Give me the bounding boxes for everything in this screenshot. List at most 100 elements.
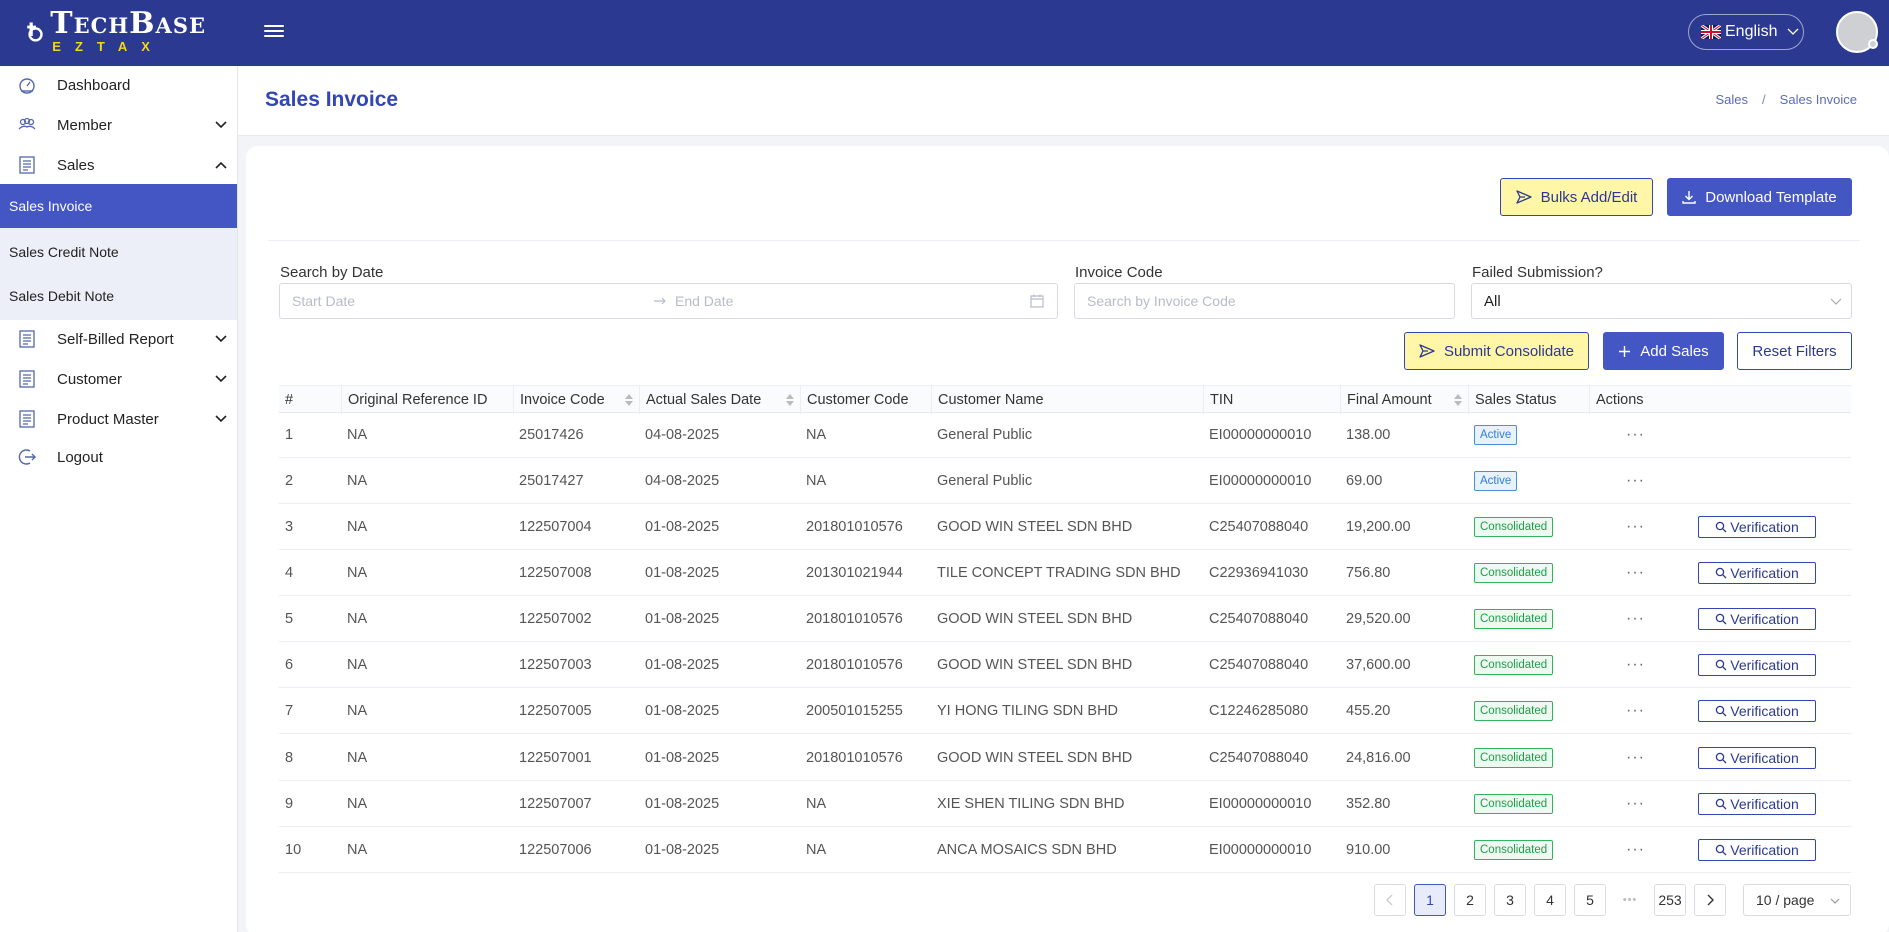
cell-invoice-code: 122507006	[519, 842, 592, 858]
sidebar-item-product-master[interactable]: Product Master	[0, 400, 237, 438]
cell-actions: ···	[1620, 781, 1645, 827]
status-badge: Consolidated	[1474, 701, 1554, 721]
column-header-original-reference-id: Original Reference ID	[341, 386, 513, 414]
sidebar-item-label: Sales	[57, 156, 95, 174]
table-row[interactable]: 9 NA 122507007 01-08-2025 NA XIE SHEN TILING …	[279, 781, 1851, 827]
bulks-add-edit-button[interactable]: Bulks Add/Edit	[1500, 178, 1653, 216]
sidebar-item-member[interactable]: Member	[0, 106, 237, 144]
download-icon	[1682, 191, 1696, 204]
failed-submission-select[interactable]: All	[1471, 283, 1852, 319]
cell-actual-sales-date: 01-08-2025	[645, 565, 720, 581]
table-row[interactable]: 8 NA 122507001 01-08-2025 201801010576 GOOD W…	[279, 735, 1851, 781]
start-date-input[interactable]: Start Date	[292, 293, 355, 309]
verification-button[interactable]: Verification	[1698, 654, 1816, 676]
menu-toggle-icon[interactable]	[264, 22, 284, 40]
cell-sales-status: Consolidated	[1468, 827, 1554, 873]
sidebar-item-logout[interactable]: Logout	[0, 438, 237, 476]
cell-number: 6	[285, 657, 294, 673]
pagination-page-5[interactable]: 5	[1574, 884, 1606, 916]
breadcrumb: Sales / Sales Invoice	[1716, 92, 1857, 107]
sidebar-subitem-sales-invoice[interactable]: Sales Invoice	[0, 184, 237, 228]
verification-button[interactable]: Verification	[1698, 747, 1816, 769]
more-actions-icon[interactable]: ···	[1626, 795, 1645, 813]
pagination-prev-button[interactable]	[1374, 884, 1406, 916]
sidebar-subitem-sales-debit-note[interactable]: Sales Debit Note	[0, 274, 237, 318]
sort-icon	[786, 394, 794, 406]
column-header-invoice-code[interactable]: Invoice Code	[513, 386, 639, 414]
send-icon	[1419, 344, 1435, 358]
sidebar-item-self-billed-report[interactable]: Self-Billed Report	[0, 320, 237, 358]
table-row[interactable]: 3 NA 122507004 01-08-2025 201801010576 GOOD W…	[279, 504, 1851, 550]
table-row[interactable]: 4 NA 122507008 01-08-2025 201301021944 TILE C…	[279, 550, 1851, 596]
cell-sales-status: Consolidated	[1468, 735, 1554, 781]
user-avatar[interactable]	[1836, 11, 1878, 53]
cell-invoice-code: 25017427	[519, 473, 584, 489]
pagination-page-3[interactable]: 3	[1494, 884, 1526, 916]
column-header-actual-sales-date[interactable]: Actual Sales Date	[639, 386, 800, 414]
table-row[interactable]: 5 NA 122507002 01-08-2025 201801010576 GOOD W…	[279, 596, 1851, 642]
table-row[interactable]: 2 NA 25017427 04-08-2025 NA General Public EI0…	[279, 458, 1851, 504]
column-header-final-amount[interactable]: Final Amount	[1340, 386, 1468, 414]
pagination-page-1[interactable]: 1	[1414, 884, 1446, 916]
more-actions-icon[interactable]: ···	[1626, 841, 1645, 859]
button-label: Verification	[1730, 796, 1799, 812]
brand-logo[interactable]: TechBase EZTAX	[26, 4, 206, 60]
verification-button[interactable]: Verification	[1698, 839, 1816, 861]
pagination-page-last[interactable]: 253	[1654, 884, 1686, 916]
more-actions-icon[interactable]: ···	[1626, 749, 1645, 767]
chevron-down-icon	[215, 121, 227, 129]
add-sales-button[interactable]: Add Sales	[1603, 332, 1724, 370]
cell-invoice-code: 122507008	[519, 565, 592, 581]
sidebar-item-label: Self-Billed Report	[57, 330, 174, 348]
column-header-customer-name: Customer Name	[931, 386, 1203, 414]
cell-tin: EI00000000010	[1209, 427, 1312, 443]
more-actions-icon[interactable]: ···	[1626, 426, 1645, 444]
cell-invoice-code: 122507004	[519, 519, 592, 535]
pagination-next-button[interactable]	[1694, 884, 1726, 916]
more-actions-icon[interactable]: ···	[1626, 610, 1645, 628]
more-actions-icon[interactable]: ···	[1626, 702, 1645, 720]
language-selector[interactable]: English	[1688, 14, 1804, 50]
sidebar-item-sales[interactable]: Sales	[0, 146, 237, 184]
status-badge: Consolidated	[1474, 794, 1554, 814]
more-actions-icon[interactable]: ···	[1626, 564, 1645, 582]
status-badge: Active	[1474, 471, 1518, 491]
cell-customer-name: XIE SHEN TILING SDN BHD	[937, 796, 1125, 812]
verification-button[interactable]: Verification	[1698, 562, 1816, 584]
breadcrumb-item-sales[interactable]: Sales	[1716, 92, 1749, 107]
table-row[interactable]: 1 NA 25017426 04-08-2025 NA General Public EI0…	[279, 412, 1851, 458]
cell-actual-sales-date: 01-08-2025	[645, 657, 720, 673]
reset-filters-button[interactable]: Reset Filters	[1737, 332, 1852, 370]
verification-button[interactable]: Verification	[1698, 608, 1816, 630]
more-actions-icon[interactable]: ···	[1626, 656, 1645, 674]
sidebar-item-dashboard[interactable]: Dashboard	[0, 66, 237, 104]
pagination-page-2[interactable]: 2	[1454, 884, 1486, 916]
more-actions-icon[interactable]: ···	[1626, 472, 1645, 490]
cell-actual-sales-date: 04-08-2025	[645, 427, 720, 443]
table-row[interactable]: 7 NA 122507005 01-08-2025 200501015255 YI HON…	[279, 688, 1851, 734]
download-template-button[interactable]: Download Template	[1667, 178, 1852, 216]
cell-tin: EI00000000010	[1209, 796, 1312, 812]
cell-customer-code: 201801010576	[806, 657, 903, 673]
page-size-select[interactable]: 10 / page	[1743, 884, 1851, 916]
pagination-ellipsis[interactable]: •••	[1614, 884, 1646, 916]
verification-button[interactable]: Verification	[1698, 700, 1816, 722]
verification-button[interactable]: Verification	[1698, 516, 1816, 538]
sidebar-subitem-sales-credit-note[interactable]: Sales Credit Note	[0, 230, 237, 274]
cell-sales-status: Consolidated	[1468, 504, 1554, 550]
pagination-page-4[interactable]: 4	[1534, 884, 1566, 916]
chevron-down-icon	[1788, 28, 1799, 35]
table-row[interactable]: 10 NA 122507006 01-08-2025 NA ANCA MOSAICS SD…	[279, 827, 1851, 873]
sidebar-item-label: Product Master	[57, 410, 159, 428]
date-filter-label: Search by Date	[280, 264, 384, 281]
cell-actions: ···	[1620, 827, 1645, 873]
date-range-picker[interactable]: Start Date End Date	[279, 283, 1058, 319]
sidebar-item-customer[interactable]: Customer	[0, 360, 237, 398]
verification-button[interactable]: Verification	[1698, 793, 1816, 815]
submit-consolidate-button[interactable]: Submit Consolidate	[1404, 332, 1589, 370]
invoice-code-input[interactable]: Search by Invoice Code	[1074, 283, 1455, 319]
cell-actions: ···	[1620, 458, 1645, 504]
end-date-input[interactable]: End Date	[675, 293, 733, 309]
table-row[interactable]: 6 NA 122507003 01-08-2025 201801010576 GOOD W…	[279, 642, 1851, 688]
more-actions-icon[interactable]: ···	[1626, 518, 1645, 536]
